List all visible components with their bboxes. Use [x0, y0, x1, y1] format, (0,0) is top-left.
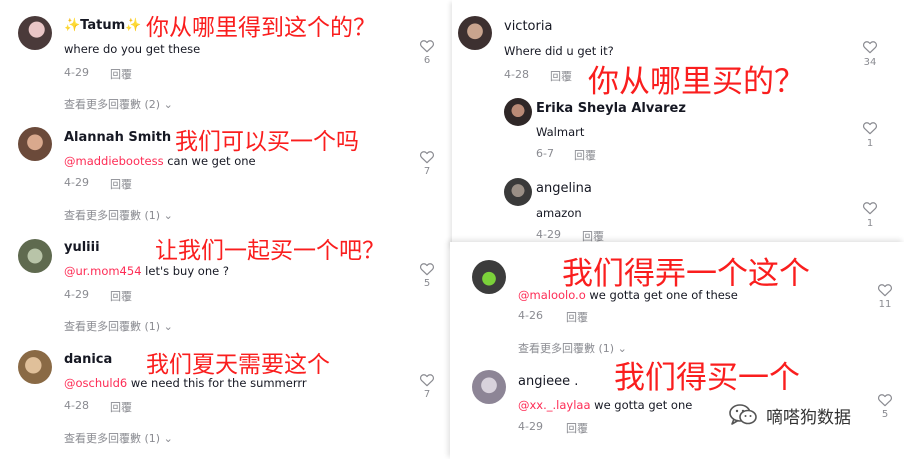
comment-date: 4-29 — [536, 228, 561, 241]
reply-button[interactable]: 回覆 — [110, 176, 132, 192]
comment-username[interactable]: angelina — [536, 181, 592, 196]
view-more-replies-button[interactable]: 查看更多回覆數 (1) ⌄ — [518, 340, 627, 356]
view-more-replies-button[interactable]: 查看更多回覆數 (1) ⌄ — [64, 430, 173, 446]
mention-link[interactable]: @xx._.laylaa — [518, 398, 591, 412]
comment-tatum: ✨Tatum✨ where do you get these 4-29 回覆 查… — [0, 0, 452, 115]
avatar[interactable] — [458, 16, 492, 50]
avatar[interactable] — [472, 370, 506, 404]
reply-button[interactable]: 回覆 — [566, 420, 588, 436]
comment-date: 4-29 — [64, 288, 89, 301]
chevron-down-icon: ⌄ — [163, 320, 173, 333]
view-more-label: 查看更多回覆數 (2) — [64, 98, 161, 111]
comment-date: 6-7 — [536, 147, 554, 160]
watermark-text: 嘀嗒狗数据 — [766, 407, 851, 428]
heart-icon[interactable] — [419, 261, 435, 277]
comment-yuliii: yuliii @ur.mom454 let's buy one ? 4-29 回… — [0, 225, 452, 340]
like-count: 7 — [423, 166, 431, 177]
comment-alannah: Alannah Smith @maddiebootess can we get … — [0, 115, 452, 225]
view-more-label: 查看更多回覆數 (1) — [64, 209, 161, 222]
caption-overlay: 让我们一起买一个吧？ — [155, 238, 385, 264]
comment-text: @ur.mom454 let's buy one ? — [64, 264, 229, 278]
comment-username[interactable]: victoria — [504, 19, 552, 34]
watermark: 嘀嗒狗数据 — [728, 400, 851, 430]
comment-maloolo: @maloolo.o we gotta get one of these 4-2… — [450, 242, 904, 364]
comment-username[interactable]: danica — [64, 352, 112, 367]
avatar[interactable] — [18, 16, 52, 50]
view-more-label: 查看更多回覆數 (1) — [64, 320, 161, 333]
reply-button[interactable]: 回覆 — [566, 309, 588, 325]
reply-erika: Erika Sheyla Alvarez Walmart 6-7 回覆 1 — [452, 92, 904, 170]
like-count: 1 — [866, 138, 874, 149]
mention-link[interactable]: @ur.mom454 — [64, 264, 142, 278]
heart-icon[interactable] — [862, 39, 878, 55]
view-more-replies-button[interactable]: 查看更多回覆數 (1) ⌄ — [64, 318, 173, 334]
comment-text: @maddiebootess can we get one — [64, 154, 256, 168]
chevron-down-icon: ⌄ — [163, 432, 173, 445]
caption-overlay: 我们可以买一个吗 — [175, 129, 359, 155]
wechat-icon — [729, 404, 757, 425]
comment-text: @xx._.laylaa we gotta get one — [518, 398, 692, 412]
mention-link[interactable]: @maddiebootess — [64, 154, 164, 168]
comment-username[interactable]: Erika Sheyla Alvarez — [536, 101, 686, 116]
like-count: 7 — [423, 389, 431, 400]
comment-danica: danica @oschuld6 we need this for the su… — [0, 340, 452, 459]
chevron-down-icon: ⌄ — [163, 98, 173, 111]
heart-icon[interactable] — [862, 120, 878, 136]
avatar[interactable] — [18, 127, 52, 161]
heart-icon[interactable] — [877, 282, 893, 298]
comment-date: 4-29 — [518, 420, 543, 433]
like-count: 1 — [866, 218, 874, 229]
caption-overlay: 你从哪里得到这个的？ — [146, 15, 376, 41]
comment-body: we gotta get one — [590, 398, 693, 412]
avatar[interactable] — [18, 239, 52, 273]
caption-overlay: 我们得买一个 — [614, 360, 800, 396]
comment-text: Walmart — [536, 125, 585, 139]
comment-text: amazon — [536, 206, 582, 220]
reply-button[interactable]: 回覆 — [110, 66, 132, 82]
avatar[interactable] — [504, 98, 532, 126]
comment-date: 4-29 — [64, 176, 89, 189]
heart-icon[interactable] — [419, 38, 435, 54]
comment-username[interactable]: yuliii — [64, 240, 100, 255]
comment-date: 4-26 — [518, 309, 543, 322]
like-count: 6 — [423, 55, 431, 66]
reply-button[interactable]: 回覆 — [110, 288, 132, 304]
view-more-label: 查看更多回覆數 (1) — [518, 342, 615, 355]
comment-date: 4-28 — [504, 68, 529, 81]
comments-panel-right-top: victoria Where did u get it? 4-28 回覆 34 … — [452, 0, 904, 246]
reply-button[interactable]: 回覆 — [574, 147, 596, 163]
like-count: 5 — [423, 278, 431, 289]
caption-overlay: 我们夏天需要这个 — [146, 352, 330, 378]
comment-text: where do you get these — [64, 42, 201, 56]
caption-overlay: 我们得弄一个这个 — [562, 256, 810, 292]
heart-icon[interactable] — [419, 149, 435, 165]
avatar[interactable] — [18, 350, 52, 384]
view-more-replies-button[interactable]: 查看更多回覆數 (1) ⌄ — [64, 207, 173, 223]
comment-username[interactable]: angieee . — [518, 374, 578, 389]
comment-body: let's buy one ? — [141, 264, 229, 278]
comment-victoria: victoria Where did u get it? 4-28 回覆 34 … — [452, 0, 904, 100]
comments-panel-left: ✨Tatum✨ where do you get these 4-29 回覆 查… — [0, 0, 452, 459]
chevron-down-icon: ⌄ — [163, 209, 173, 222]
like-count: 11 — [878, 299, 892, 310]
comment-username[interactable]: ✨Tatum✨ — [64, 18, 141, 33]
reply-button[interactable]: 回覆 — [550, 68, 572, 84]
avatar[interactable] — [504, 178, 532, 206]
comment-body: can we get one — [163, 154, 256, 168]
heart-icon[interactable] — [419, 372, 435, 388]
like-count: 5 — [881, 409, 889, 420]
like-count: 34 — [863, 57, 877, 68]
reply-button[interactable]: 回覆 — [110, 399, 132, 415]
view-more-replies-button[interactable]: 查看更多回覆數 (2) ⌄ — [64, 96, 173, 112]
reply-angelina: angelina amazon 4-29 回覆 1 — [452, 170, 904, 246]
comment-username[interactable]: Alannah Smith — [64, 130, 171, 145]
avatar[interactable] — [472, 260, 506, 294]
heart-icon[interactable] — [862, 200, 878, 216]
view-more-label: 查看更多回覆數 (1) — [64, 432, 161, 445]
comment-date: 4-29 — [64, 66, 89, 79]
heart-icon[interactable] — [877, 392, 893, 408]
mention-link[interactable]: @oschuld6 — [64, 376, 127, 390]
comment-date: 4-28 — [64, 399, 89, 412]
